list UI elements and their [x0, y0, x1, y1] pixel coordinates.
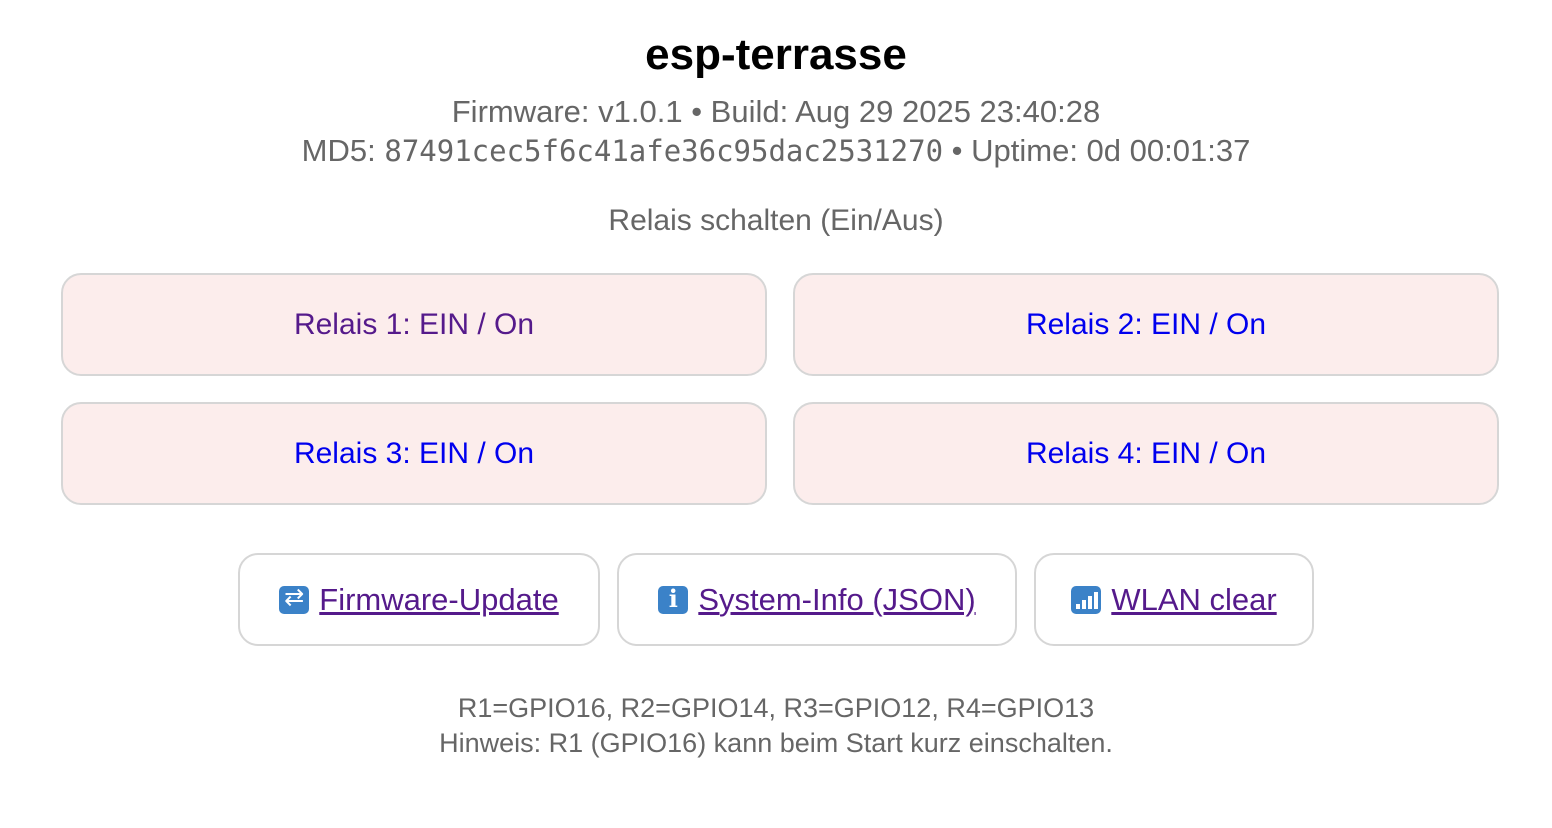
signal-bars-icon [1071, 585, 1102, 614]
relay-4-button[interactable]: Relais 4: EIN / On [793, 402, 1499, 505]
relay-3-button[interactable]: Relais 3: EIN / On [61, 402, 767, 505]
md5-label: MD5: [301, 133, 385, 168]
firmware-update-label: Firmware-Update [319, 581, 559, 617]
relay-2-button[interactable]: Relais 2: EIN / On [793, 273, 1499, 376]
md5-uptime-line: MD5: 87491cec5f6c41afe36c95dac2531270 • … [0, 133, 1552, 169]
uptime-text: • Uptime: 0d 00:01:37 [943, 133, 1251, 168]
page-title: esp-terrasse [645, 30, 907, 79]
relay-section-title: Relais schalten (Ein/Aus) [608, 204, 944, 237]
wlan-clear-label: WLAN clear [1111, 581, 1277, 617]
system-info-label: System-Info (JSON) [698, 581, 976, 617]
relay-grid: Relais 1: EIN / On Relais 2: EIN / On Re… [61, 273, 1499, 505]
firmware-info: Firmware: v1.0.1 • Build: Aug 29 2025 23… [451, 94, 1101, 129]
action-bar: Firmware-Update System-Info (JSON) WLAN … [0, 553, 1552, 646]
relay-1-button[interactable]: Relais 1: EIN / On [61, 273, 767, 376]
md5-value: 87491cec5f6c41afe36c95dac2531270 [384, 134, 944, 168]
gpio-pin-map: R1=GPIO16, R2=GPIO14, R3=GPIO12, R4=GPIO… [457, 693, 1095, 723]
wlan-clear-button[interactable]: WLAN clear [1034, 553, 1314, 646]
system-info-button[interactable]: System-Info (JSON) [617, 553, 1017, 646]
repeat-icon [279, 583, 310, 614]
firmware-update-button[interactable]: Firmware-Update [238, 553, 600, 646]
startup-hint: Hinweis: R1 (GPIO16) kann beim Start kur… [439, 728, 1113, 758]
info-icon [658, 584, 689, 614]
